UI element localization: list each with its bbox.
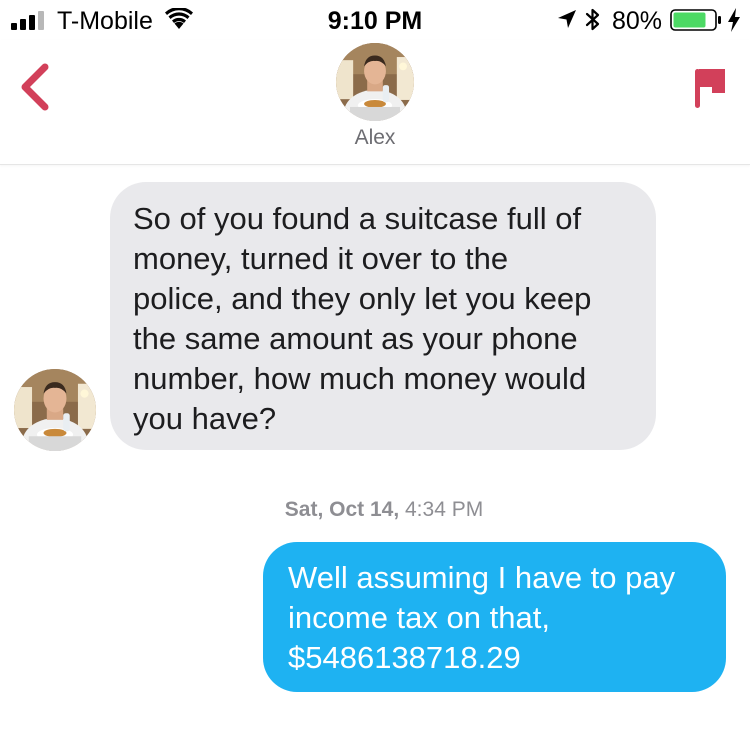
sender-avatar[interactable] xyxy=(14,369,96,451)
battery-percentage: 80% xyxy=(612,7,663,35)
timestamp-date: Sat, Oct 14, xyxy=(284,498,400,521)
charging-bolt-icon xyxy=(728,8,740,32)
location-arrow-icon xyxy=(558,10,576,28)
report-flag-button[interactable] xyxy=(690,66,730,110)
message-timestamp: Sat, Oct 14, 4:34 PM xyxy=(0,497,750,523)
timestamp-time: 4:34 PM xyxy=(405,498,484,521)
chat-screen: T-Mobile 9:10 PM 80% Alex So of you foun… xyxy=(0,0,750,733)
contact-name[interactable]: Alex xyxy=(0,126,750,150)
received-message-bubble[interactable]: So of you found a suitcase full of money… xyxy=(110,182,656,450)
status-bar: T-Mobile 9:10 PM 80% xyxy=(0,0,750,40)
chat-header: Alex xyxy=(0,40,750,165)
bluetooth-icon xyxy=(585,8,600,31)
sent-message-bubble[interactable]: Well assuming I have to pay income tax o… xyxy=(263,542,726,692)
back-button[interactable] xyxy=(14,62,54,112)
contact-photo xyxy=(336,43,414,121)
battery-icon xyxy=(670,9,721,31)
contact-avatar[interactable] xyxy=(336,43,414,121)
sender-photo xyxy=(14,369,96,451)
